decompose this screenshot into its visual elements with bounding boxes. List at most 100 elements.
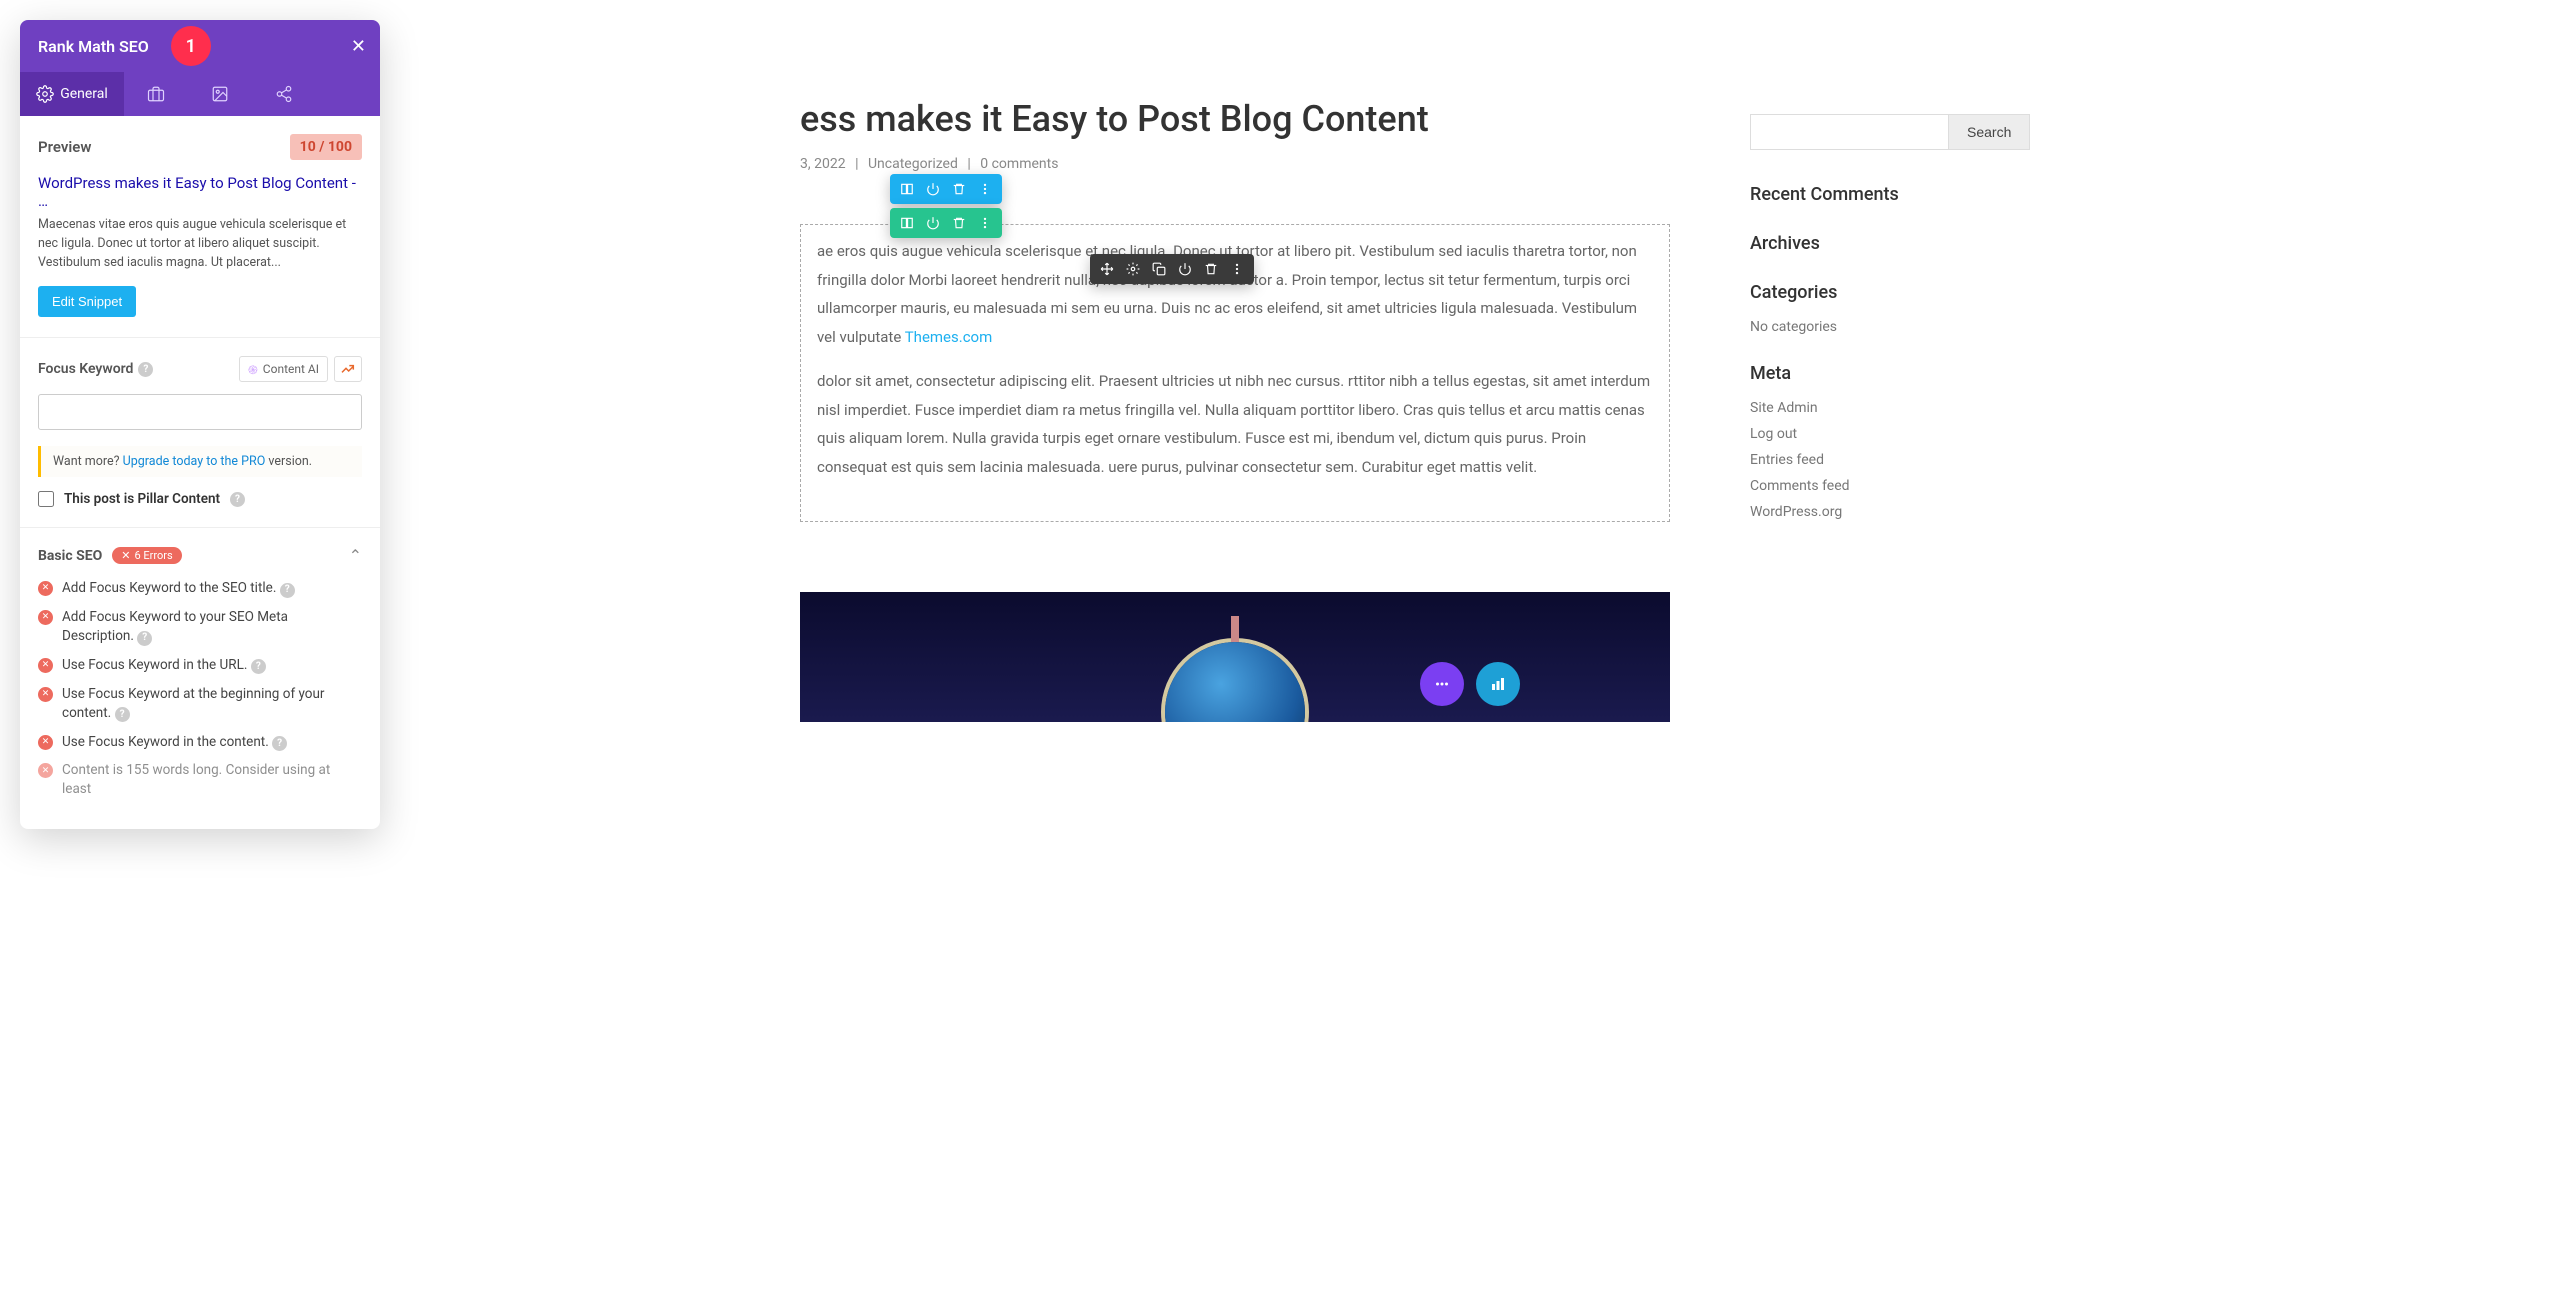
rankmath-title: Rank Math SEO: [38, 37, 149, 56]
seo-check-item: ✕Content is 155 words long. Consider usi…: [38, 761, 362, 799]
move-button[interactable]: [1094, 254, 1120, 284]
post-meta: 3, 2022 | Uncategorized | 0 comments: [800, 156, 1670, 172]
help-icon[interactable]: ?: [137, 631, 152, 646]
columns-icon: [900, 182, 914, 196]
post-category: Uncategorized: [868, 156, 958, 172]
tab-general[interactable]: General: [20, 72, 124, 116]
help-icon[interactable]: ?: [272, 736, 287, 751]
seo-checks-list: ✕Add Focus Keyword to the SEO title. ? ✕…: [38, 579, 362, 799]
fail-icon: ✕: [38, 581, 53, 596]
rankmath-tabs: General: [20, 72, 380, 116]
image-icon: [211, 85, 229, 103]
dome-illustration: [1165, 642, 1305, 722]
kebab-icon: [978, 216, 992, 230]
kebab-icon: [978, 182, 992, 196]
columns-icon: [900, 216, 914, 230]
close-icon[interactable]: ✕: [351, 36, 366, 57]
meta-link[interactable]: WordPress.org: [1750, 504, 1842, 520]
fail-icon: ✕: [38, 610, 53, 625]
fab-help[interactable]: [1420, 662, 1464, 706]
fail-icon: ✕: [38, 687, 53, 702]
seo-check-item: ✕Use Focus Keyword in the URL. ?: [38, 656, 362, 675]
snippet-description: Maecenas vitae eros quis augue vehicula …: [38, 216, 362, 272]
spiral-icon: ֍: [248, 361, 258, 378]
meta-link[interactable]: Log out: [1750, 426, 1797, 442]
page-content: ess makes it Easy to Post Blog Content 3…: [510, 0, 2050, 722]
fail-icon: ✕: [38, 763, 53, 778]
help-icon[interactable]: ?: [138, 362, 153, 377]
no-categories-text: No categories: [1750, 319, 2010, 335]
meta-links-list: Site Admin Log out Entries feed Comments…: [1750, 400, 2010, 520]
trash-icon: [1204, 262, 1218, 276]
power-icon: [1178, 262, 1192, 276]
briefcase-icon: [147, 85, 165, 103]
hero-image: [800, 592, 1670, 722]
basic-seo-title: Basic SEO: [38, 548, 102, 564]
widget-meta: Meta: [1750, 363, 2010, 384]
focus-keyword-input[interactable]: [38, 394, 362, 430]
sidebar: Search Recent Comments Archives Categori…: [1750, 90, 2010, 722]
module-toolbar-green: [890, 208, 1002, 238]
pillar-checkbox-row[interactable]: This post is Pillar Content ?: [38, 491, 362, 507]
pillar-checkbox[interactable]: [38, 491, 54, 507]
duplicate-button[interactable]: [1146, 254, 1172, 284]
power-icon: [926, 182, 940, 196]
delete-button[interactable]: [946, 174, 972, 204]
tab-social[interactable]: [252, 72, 316, 116]
upgrade-notice: Want more? Upgrade today to the PRO vers…: [38, 446, 362, 477]
more-button[interactable]: [1224, 254, 1250, 284]
trend-icon: [340, 361, 356, 377]
settings-button[interactable]: [1120, 254, 1146, 284]
settings-button[interactable]: [894, 208, 920, 238]
settings-button[interactable]: [894, 174, 920, 204]
meta-link[interactable]: Comments feed: [1750, 478, 1850, 494]
bar-chart-icon: [1489, 675, 1507, 693]
edit-snippet-button[interactable]: Edit Snippet: [38, 286, 136, 317]
widget-categories: Categories: [1750, 282, 2010, 303]
delete-button[interactable]: [946, 208, 972, 238]
rankmath-panel: Rank Math SEO 1 ✕ General Preview 10 / 1…: [20, 20, 380, 829]
more-button[interactable]: [972, 174, 998, 204]
preview-section: Preview 10 / 100 WordPress makes it Easy…: [20, 116, 380, 338]
focus-keyword-label: Focus Keyword ?: [38, 361, 153, 377]
upgrade-link[interactable]: Upgrade today to the PRO: [123, 454, 266, 469]
tab-schema[interactable]: [188, 72, 252, 116]
dots-icon: [1433, 675, 1451, 693]
seo-check-item: ✕Add Focus Keyword to the SEO title. ?: [38, 579, 362, 598]
help-icon[interactable]: ?: [251, 659, 266, 674]
search-input[interactable]: [1750, 114, 1948, 150]
post-title: ess makes it Easy to Post Blog Content: [800, 98, 1670, 140]
help-icon[interactable]: ?: [280, 583, 295, 598]
delete-button[interactable]: [1198, 254, 1224, 284]
widget-recent-comments: Recent Comments: [1750, 184, 2010, 205]
meta-link[interactable]: Entries feed: [1750, 452, 1824, 468]
help-icon[interactable]: ?: [115, 707, 130, 722]
kebab-icon: [1230, 262, 1244, 276]
search-widget: Search: [1750, 114, 2010, 150]
power-button[interactable]: [920, 174, 946, 204]
gear-icon: [1126, 262, 1140, 276]
tab-advanced[interactable]: [124, 72, 188, 116]
fab-stats[interactable]: [1476, 662, 1520, 706]
rankmath-header: Rank Math SEO 1 ✕: [20, 20, 380, 72]
gear-icon: [36, 85, 54, 103]
help-icon[interactable]: ?: [230, 492, 245, 507]
trash-icon: [952, 182, 966, 196]
module-toolbar-dark: [1090, 254, 1254, 284]
themes-link[interactable]: Themes.com: [905, 328, 993, 346]
search-button[interactable]: Search: [1948, 114, 2030, 150]
rankmath-step-badge: 1: [171, 26, 211, 66]
chevron-up-icon[interactable]: ⌃: [349, 546, 362, 565]
seo-check-item: ✕Add Focus Keyword to your SEO Meta Desc…: [38, 608, 362, 646]
content-ai-button[interactable]: ֍ Content AI: [239, 356, 328, 382]
power-icon: [926, 216, 940, 230]
more-button[interactable]: [972, 208, 998, 238]
trends-button[interactable]: [334, 356, 362, 382]
meta-link[interactable]: Site Admin: [1750, 400, 1818, 416]
share-icon: [275, 85, 293, 103]
preview-label: Preview: [38, 138, 91, 156]
basic-seo-section: Basic SEO ✕ 6 Errors ⌃ ✕Add Focus Keywor…: [20, 528, 380, 829]
power-button[interactable]: [1172, 254, 1198, 284]
power-button[interactable]: [920, 208, 946, 238]
post-date: 3, 2022: [800, 156, 846, 172]
